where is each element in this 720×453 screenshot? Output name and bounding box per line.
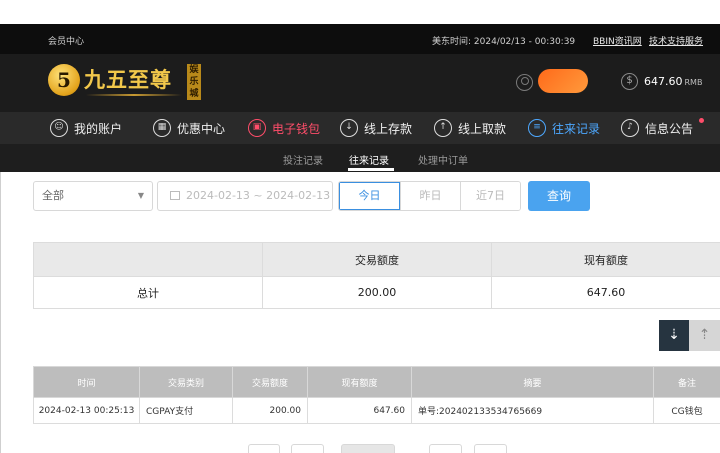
sort-asc-icon[interactable]: ⇡ bbox=[689, 320, 720, 351]
dollar-icon: $ bbox=[621, 73, 638, 90]
header-time: 时间 bbox=[33, 366, 140, 398]
logo-divider bbox=[86, 94, 182, 96]
pager-current-page[interactable] bbox=[341, 444, 395, 453]
cell-note: CG钱包 bbox=[653, 397, 720, 424]
cell-summary: 单号:202402133534765669 bbox=[411, 397, 654, 424]
nav-records[interactable]: ≡ 往来记录 bbox=[528, 112, 600, 144]
withdraw-icon: ↑ bbox=[434, 119, 452, 137]
logo-subtitle: 娱乐城 bbox=[187, 64, 201, 100]
sort-desc-icon[interactable]: ⇣ bbox=[659, 320, 689, 351]
records-table: 时间 交易类别 交易额度 现有额度 摘要 备注 2024-02-13 00:25… bbox=[33, 366, 720, 424]
nav-online-withdraw[interactable]: ↑ 线上取款 bbox=[434, 112, 506, 144]
cell-amount: 200.00 bbox=[232, 397, 308, 424]
summary-header-row: 交易额度 现有额度 bbox=[33, 242, 720, 277]
site-header: 5 九五至尊 娱乐城 $ 647.60 RMB bbox=[0, 54, 720, 112]
balance-amount: 647.60 bbox=[644, 75, 683, 88]
pager-first-button[interactable] bbox=[248, 444, 280, 453]
nav-label: 我的账户 bbox=[74, 121, 123, 136]
nav-promotions[interactable]: ▦ 优惠中心 bbox=[153, 112, 225, 144]
tech-support-link[interactable]: 技术支持服务 bbox=[649, 34, 703, 47]
tab-bet-records[interactable]: 投注记录 bbox=[283, 152, 323, 167]
summary-header-current: 现有额度 bbox=[491, 242, 720, 277]
nav-my-account[interactable]: ☺ 我的账户 bbox=[50, 112, 122, 144]
pager-prev-button[interactable] bbox=[291, 444, 324, 453]
user-icon[interactable] bbox=[516, 74, 533, 91]
wallet-icon: ▣ bbox=[248, 119, 266, 137]
nav-label: 往来记录 bbox=[552, 121, 601, 136]
summary-row: 总计 200.00 647.60 bbox=[33, 276, 720, 309]
summary-amount: 200.00 bbox=[262, 276, 492, 309]
header-current: 现有额度 bbox=[307, 366, 412, 398]
date-range-value: 2024-02-13 ~ 2024-02-13 bbox=[186, 189, 331, 202]
tab-pending-orders[interactable]: 处理中订单 bbox=[418, 152, 468, 167]
notification-dot bbox=[699, 118, 704, 123]
chevron-down-icon: ▼ bbox=[137, 191, 144, 200]
content-border bbox=[0, 172, 1, 453]
page: 会员中心 美东时间: 2024/02/13 - 00:30:39 BBIN资讯网… bbox=[0, 0, 720, 453]
summary-current: 647.60 bbox=[491, 276, 720, 309]
nav-label: 线上取款 bbox=[458, 121, 507, 136]
header-summary: 摘要 bbox=[411, 366, 654, 398]
header-amount: 交易额度 bbox=[232, 366, 308, 398]
last-7-days-button[interactable]: 近7日 bbox=[460, 182, 520, 210]
cell-time: 2024-02-13 00:25:13 bbox=[33, 397, 140, 424]
nav-label: 优惠中心 bbox=[177, 121, 226, 136]
bbin-news-link[interactable]: BBIN资讯网 bbox=[593, 34, 642, 47]
summary-total-label: 总计 bbox=[33, 276, 263, 309]
type-select[interactable]: 全部 ▼ bbox=[33, 181, 153, 211]
person-icon: ☺ bbox=[50, 119, 68, 137]
tab-transaction-records[interactable]: 往来记录 bbox=[349, 152, 389, 167]
balance-display: 647.60 RMB bbox=[644, 75, 702, 88]
records-icon: ≡ bbox=[528, 119, 546, 137]
nav-announcements[interactable]: ♪ 信息公告 bbox=[621, 112, 693, 144]
pager-last-button[interactable] bbox=[474, 444, 507, 453]
bell-icon: ♪ bbox=[621, 119, 639, 137]
query-button[interactable]: 查询 bbox=[528, 181, 590, 211]
records-header-row: 时间 交易类别 交易额度 现有额度 摘要 备注 bbox=[33, 366, 720, 398]
calendar-icon bbox=[170, 191, 180, 200]
date-range-input[interactable]: 2024-02-13 ~ 2024-02-13 bbox=[157, 181, 333, 211]
nav-online-deposit[interactable]: ↓ 线上存款 bbox=[340, 112, 412, 144]
main-nav: ☺ 我的账户 ▦ 优惠中心 ▣ 电子钱包 ↓ 线上存款 ↑ 线上取款 ≡ 往来记… bbox=[0, 112, 720, 144]
gift-icon: ▦ bbox=[153, 119, 171, 137]
pager-next-button[interactable] bbox=[429, 444, 462, 453]
sub-nav: 投注记录 往来记录 处理中订单 bbox=[0, 144, 720, 172]
logo-title[interactable]: 九五至尊 bbox=[84, 64, 172, 94]
cell-type: CGPAY支付 bbox=[139, 397, 233, 424]
member-center-link[interactable]: 会员中心 bbox=[48, 34, 84, 47]
summary-header-amount: 交易额度 bbox=[262, 242, 492, 277]
cell-current: 647.60 bbox=[307, 397, 412, 424]
nav-label: 信息公告 bbox=[645, 121, 694, 136]
active-tab-indicator bbox=[348, 168, 394, 171]
table-row: 2024-02-13 00:25:13 CGPAY支付 200.00 647.6… bbox=[33, 397, 720, 424]
deposit-icon: ↓ bbox=[340, 119, 358, 137]
nav-e-wallet[interactable]: ▣ 电子钱包 bbox=[248, 112, 320, 144]
top-bar: 会员中心 美东时间: 2024/02/13 - 00:30:39 BBIN资讯网… bbox=[0, 24, 720, 54]
us-east-time: 美东时间: 2024/02/13 - 00:30:39 bbox=[432, 37, 576, 47]
header-note: 备注 bbox=[653, 366, 720, 398]
username-redacted bbox=[538, 69, 588, 93]
header-type: 交易类别 bbox=[139, 366, 233, 398]
quick-date-group: 今日 昨日 近7日 bbox=[338, 181, 521, 211]
summary-header-blank bbox=[33, 242, 263, 277]
today-button[interactable]: 今日 bbox=[339, 182, 400, 210]
nav-label: 电子钱包 bbox=[272, 121, 321, 136]
nav-label: 线上存款 bbox=[364, 121, 413, 136]
yesterday-button[interactable]: 昨日 bbox=[400, 182, 460, 210]
type-select-value: 全部 bbox=[42, 189, 64, 202]
balance-currency: RMB bbox=[684, 78, 703, 87]
logo-mark[interactable]: 5 bbox=[48, 64, 80, 96]
summary-table: 交易额度 现有额度 总计 200.00 647.60 bbox=[33, 242, 720, 309]
